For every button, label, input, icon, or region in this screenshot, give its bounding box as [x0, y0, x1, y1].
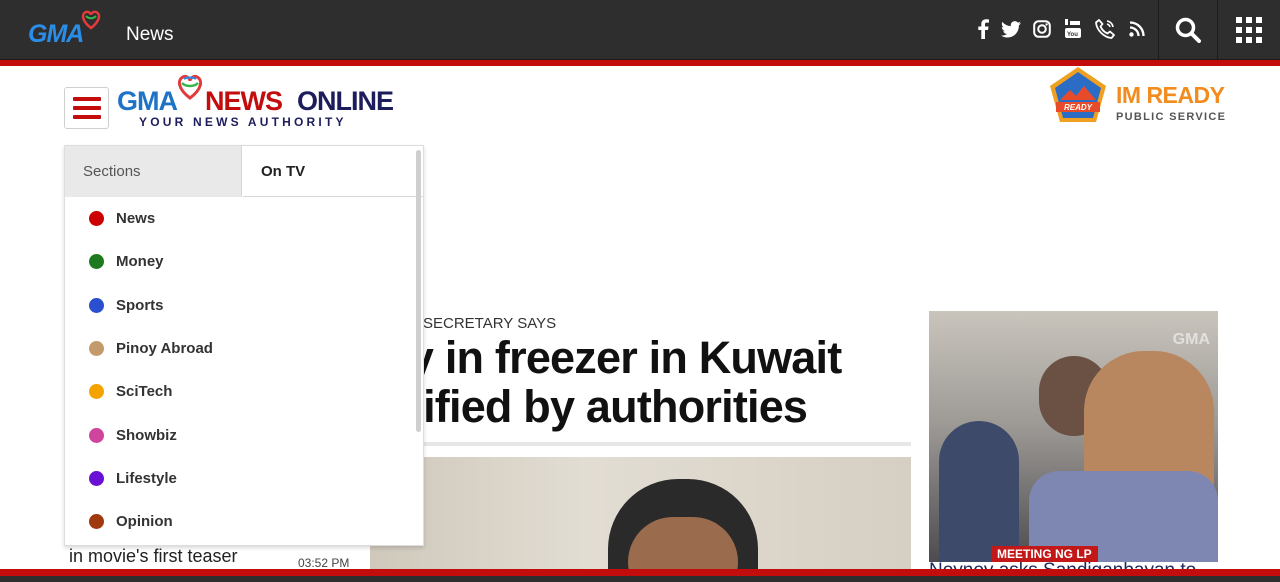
section-color-dot-icon	[89, 211, 104, 227]
menu-item-lifestyle[interactable]: Lifestyle	[65, 457, 415, 500]
menu-item-money[interactable]: Money	[65, 240, 415, 283]
search-icon	[1175, 17, 1201, 43]
section-color-dot-icon	[89, 254, 104, 270]
im-ready-link[interactable]: READY IM READY PUBLIC SERVICE	[1048, 66, 1227, 128]
article-hero-image[interactable]	[370, 457, 911, 582]
tab-on-tv[interactable]: On TV	[243, 146, 423, 197]
grid-apps-icon	[1236, 17, 1262, 43]
search-button[interactable]	[1160, 0, 1216, 60]
brand-tagline: YOUR NEWS AUTHORITY	[139, 115, 347, 129]
headline-divider	[400, 442, 911, 446]
gma-network-logo[interactable]: GMA	[28, 10, 104, 48]
section-title[interactable]: News	[126, 24, 174, 46]
facebook-icon[interactable]	[972, 18, 994, 40]
menu-item-label: Sports	[116, 296, 164, 314]
tab-sections[interactable]: Sections	[65, 146, 242, 197]
menu-toggle-button[interactable]	[64, 87, 109, 129]
section-color-dot-icon	[89, 470, 104, 486]
apps-button[interactable]	[1218, 0, 1280, 60]
svg-text:You: You	[1067, 32, 1078, 38]
section-color-dot-icon	[89, 384, 104, 400]
twitter-icon[interactable]	[1000, 18, 1022, 40]
phone-icon[interactable]	[1094, 18, 1116, 40]
youtube-icon[interactable]: You	[1062, 18, 1084, 40]
menu-item-label: Pinoy Abroad	[116, 340, 213, 358]
bottom-bar	[0, 576, 1280, 582]
hamburger-icon	[72, 106, 101, 110]
hamburger-icon	[72, 97, 101, 101]
side-story-image[interactable]: GMA MEETING NG LP	[929, 311, 1218, 562]
section-color-dot-icon	[89, 514, 104, 530]
menu-item-label: SciTech	[116, 383, 173, 401]
menu-item-sports[interactable]: Sports	[65, 284, 415, 327]
bottom-accent-line	[0, 569, 1280, 576]
im-ready-badge-icon: READY	[1050, 67, 1106, 122]
gma-news-online-logo[interactable]: GMA NEWS ONLINE YOUR NEWS AUTHORITY	[117, 75, 412, 132]
im-ready-subtitle: PUBLIC SERVICE	[1116, 111, 1227, 123]
topbar-divider	[1158, 0, 1159, 60]
hamburger-icon	[72, 115, 101, 119]
menu-item-label: Showbiz	[116, 426, 177, 444]
brand-gma: GMA	[117, 86, 178, 116]
heart-logo-icon	[81, 10, 101, 30]
sections-menu: Sections On TV News Money Sports Pinoy Abro…	[64, 145, 424, 546]
menu-scrollbar[interactable]	[416, 150, 421, 432]
left-story-caption[interactable]: in movie's first teaser	[69, 546, 238, 567]
brand-news: NEWS	[205, 86, 283, 116]
network-bar: GMA News You	[0, 0, 1280, 60]
svg-text:READY: READY	[1064, 103, 1093, 112]
menu-item-label: Opinion	[116, 513, 173, 531]
menu-item-scitech[interactable]: SciTech	[65, 370, 415, 413]
article-kicker[interactable]: SECRETARY SAYS	[423, 315, 556, 332]
video-watermark: GMA	[1172, 331, 1210, 348]
gma-logo-text: GMA	[28, 20, 84, 48]
section-color-dot-icon	[89, 427, 104, 443]
menu-item-showbiz[interactable]: Showbiz	[65, 413, 415, 456]
article-headline[interactable]: nay in freezer in Kuwait entified by aut…	[358, 333, 918, 431]
menu-item-opinion[interactable]: Opinion	[65, 500, 415, 543]
rss-icon[interactable]	[1126, 18, 1148, 40]
heart-logo-icon	[177, 75, 203, 100]
section-color-dot-icon	[89, 341, 104, 357]
menu-item-label: Lifestyle	[116, 469, 177, 487]
menu-item-label: Money	[116, 253, 164, 271]
section-color-dot-icon	[89, 297, 104, 313]
menu-item-label: News	[116, 210, 156, 228]
menu-item-pinoy-abroad[interactable]: Pinoy Abroad	[65, 327, 415, 370]
instagram-icon[interactable]	[1031, 18, 1053, 40]
menu-item-news[interactable]: News	[65, 197, 415, 240]
brand-online: ONLINE	[297, 86, 394, 116]
sections-list: News Money Sports Pinoy Abroad SciTech Showbi…	[65, 197, 415, 543]
left-story-time: 03:52 PM	[298, 556, 350, 570]
im-ready-title: IM READY	[1116, 82, 1225, 108]
